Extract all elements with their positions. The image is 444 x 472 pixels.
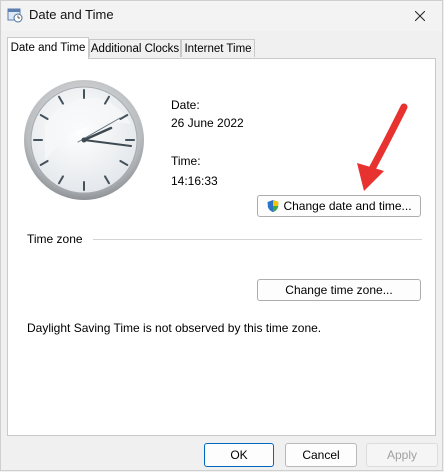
pointer-arrow-icon [357, 103, 408, 191]
clock-face-icon [24, 80, 144, 200]
change-date-time-label: Change date and time... [283, 199, 412, 213]
section-divider [93, 239, 422, 240]
window-title: Date and Time [29, 7, 114, 22]
date-time-dialog: Date and Time Date and Time Additional C… [0, 0, 443, 471]
tab-panel: Date: 26 June 2022 Time: 14:16:33 Change… [7, 58, 436, 436]
date-label: Date: [171, 98, 200, 112]
uac-shield-icon [266, 199, 280, 213]
ok-button[interactable]: OK [204, 443, 274, 467]
dst-note: Daylight Saving Time is not observed by … [27, 321, 322, 335]
date-value: 26 June 2022 [171, 116, 244, 130]
time-zone-section-label: Time zone [27, 232, 83, 246]
tab-additional-clocks[interactable]: Additional Clocks [89, 39, 181, 57]
analog-clock [21, 76, 151, 206]
cancel-button[interactable]: Cancel [285, 443, 357, 467]
time-label: Time: [171, 154, 201, 168]
change-date-time-button[interactable]: Change date and time... [257, 195, 421, 217]
tab-date-and-time[interactable]: Date and Time [7, 37, 89, 59]
date-time-app-icon [7, 7, 23, 23]
apply-button[interactable]: Apply [366, 443, 438, 467]
title-bar: Date and Time [1, 1, 442, 31]
close-button[interactable] [398, 1, 442, 31]
close-icon [415, 11, 425, 21]
tab-internet-time[interactable]: Internet Time [181, 39, 255, 57]
change-time-zone-button[interactable]: Change time zone... [257, 279, 421, 301]
time-value: 14:16:33 [171, 174, 218, 188]
